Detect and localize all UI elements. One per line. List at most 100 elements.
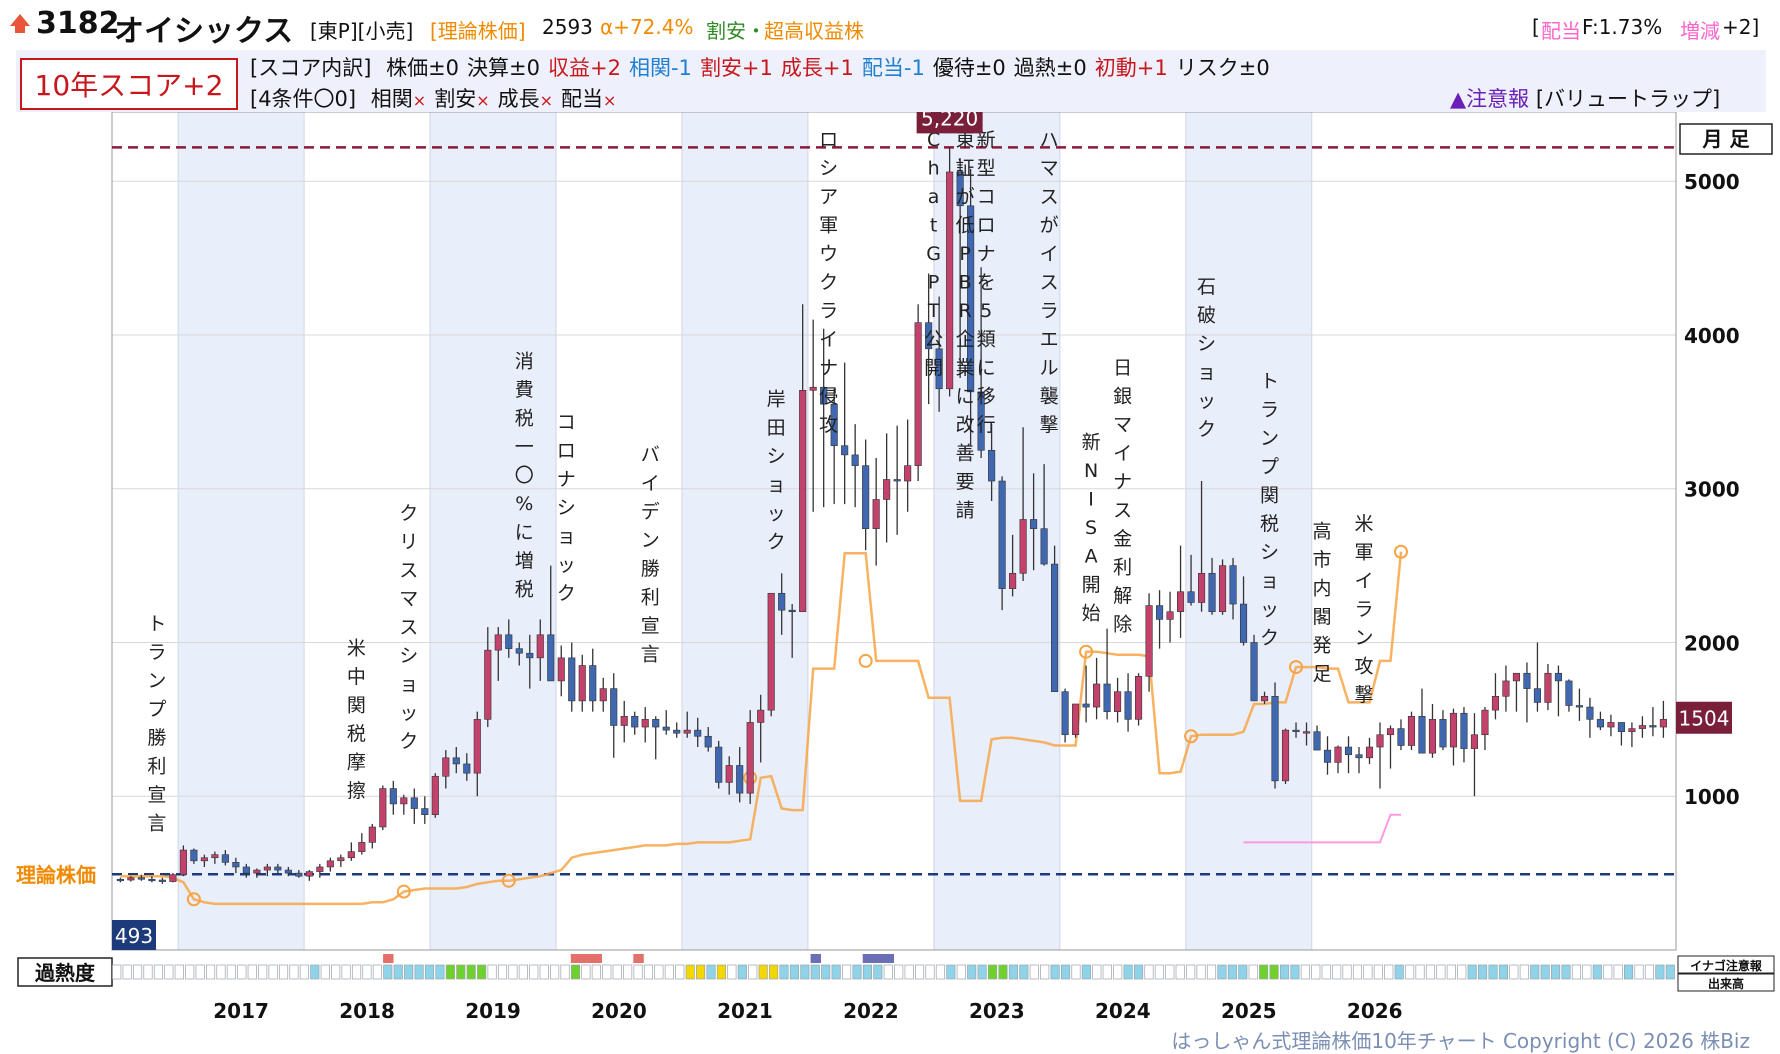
score-item: 初動+1 bbox=[1094, 56, 1168, 80]
candle-body bbox=[694, 729, 702, 737]
overheat-cell bbox=[800, 964, 810, 980]
year-label: 2020 bbox=[591, 999, 647, 1023]
overheat-cell bbox=[1436, 964, 1446, 980]
stock-code: 3182 bbox=[36, 6, 120, 41]
candle-body bbox=[463, 763, 471, 774]
overheat-cell bbox=[956, 964, 966, 980]
overheat-cell bbox=[560, 964, 570, 980]
overheat-mark bbox=[633, 954, 644, 963]
overheat-cell bbox=[1154, 964, 1164, 980]
overheat-cell bbox=[685, 964, 695, 980]
overheat-cell bbox=[1363, 964, 1373, 980]
overheat-cell bbox=[1509, 964, 1519, 980]
overheat-cell bbox=[758, 964, 768, 980]
candle-body bbox=[641, 719, 649, 728]
overheat-cell bbox=[1467, 964, 1477, 980]
overheat-cell bbox=[414, 964, 424, 980]
score-items: 株価±0 決算±0 収益+2 相関-1 割安+1 成長+1 配当-1 優待±0 過熱±0 初動+1… bbox=[378, 56, 1270, 80]
candle bbox=[1586, 697, 1594, 738]
candle bbox=[652, 716, 660, 760]
candle bbox=[1449, 708, 1458, 766]
candle-body bbox=[274, 866, 282, 871]
candle-body bbox=[1009, 572, 1017, 589]
candle-body bbox=[589, 665, 597, 702]
overheat-cell bbox=[1415, 964, 1425, 980]
candle-body bbox=[400, 797, 408, 805]
overheat-cell bbox=[852, 964, 862, 980]
score-item: 割安+1 bbox=[699, 56, 773, 80]
candle-body bbox=[1208, 572, 1216, 613]
candle bbox=[841, 362, 849, 505]
breakdown-prefix: [スコア内訳] bbox=[250, 56, 372, 80]
timeframe-label: 月 足 bbox=[1702, 127, 1751, 151]
candle-body bbox=[200, 857, 208, 862]
candle-body bbox=[1575, 705, 1583, 708]
candle-body bbox=[116, 878, 124, 882]
candle bbox=[557, 645, 565, 697]
overheat-cell bbox=[1238, 964, 1248, 980]
candle-body bbox=[1439, 719, 1447, 748]
overheat-cell bbox=[351, 964, 362, 980]
overheat-cell bbox=[1624, 964, 1634, 980]
overheat-cell bbox=[1665, 964, 1675, 980]
overheat-cell bbox=[1071, 964, 1081, 980]
overheat-cell bbox=[1248, 964, 1258, 980]
candle-body bbox=[1019, 519, 1027, 574]
overheat-cell bbox=[1603, 964, 1613, 980]
overheat-cell bbox=[769, 964, 779, 980]
year-label: 2023 bbox=[969, 999, 1025, 1023]
overheat-cell bbox=[842, 964, 852, 980]
candle-body bbox=[421, 808, 429, 815]
overheat-cell bbox=[821, 964, 831, 980]
candle-body bbox=[1334, 746, 1342, 763]
candle-body bbox=[715, 746, 723, 783]
candle-body bbox=[1418, 715, 1426, 754]
candle-body bbox=[1187, 591, 1195, 603]
overheat-cell bbox=[185, 964, 195, 980]
candle bbox=[1649, 707, 1657, 737]
min-label: 493 bbox=[115, 924, 153, 948]
candle-body bbox=[1271, 695, 1279, 782]
overheat-cell bbox=[883, 964, 893, 980]
candle-body bbox=[1229, 565, 1237, 605]
overheat-mark bbox=[862, 954, 894, 963]
candle bbox=[1250, 634, 1258, 702]
candle bbox=[347, 842, 355, 861]
overheat-cell bbox=[310, 964, 320, 980]
candle bbox=[179, 845, 187, 877]
overheat-cell bbox=[1530, 964, 1540, 980]
overheat-cell bbox=[894, 964, 904, 980]
candle-body bbox=[1072, 703, 1080, 736]
event-annotation: トランプ勝利宣言 bbox=[147, 613, 166, 835]
candle bbox=[389, 780, 397, 815]
candle-body bbox=[736, 765, 744, 794]
candle-body bbox=[725, 765, 733, 783]
candle-body bbox=[673, 729, 681, 734]
candle-body bbox=[358, 842, 366, 852]
overheat-cell bbox=[518, 964, 528, 980]
candle bbox=[1072, 703, 1080, 738]
candle-body bbox=[1292, 729, 1300, 732]
candle-body bbox=[1659, 719, 1667, 728]
candle bbox=[1418, 688, 1426, 754]
candle-body bbox=[1544, 672, 1552, 703]
change-label: 増減 bbox=[1680, 19, 1720, 43]
candle-body bbox=[158, 879, 166, 882]
candle-body bbox=[316, 866, 324, 872]
candle-body bbox=[988, 449, 996, 482]
candle-body bbox=[232, 862, 240, 868]
candle-body bbox=[893, 479, 901, 482]
candle-body bbox=[620, 715, 628, 726]
theory-line-label: 理論株価 bbox=[16, 863, 96, 887]
candle-body bbox=[683, 729, 691, 734]
y-tick-label: 4000 bbox=[1684, 324, 1740, 348]
candle-body bbox=[1386, 728, 1395, 736]
overheat-cell bbox=[1321, 964, 1331, 980]
overheat-cell bbox=[1165, 964, 1175, 980]
overheat-cell bbox=[477, 964, 487, 980]
candle-body bbox=[1586, 706, 1594, 720]
score-item: 配当-1 bbox=[861, 56, 925, 80]
overheat-cell bbox=[716, 964, 727, 980]
candle-body bbox=[1596, 719, 1604, 728]
candle-body bbox=[1502, 680, 1510, 697]
